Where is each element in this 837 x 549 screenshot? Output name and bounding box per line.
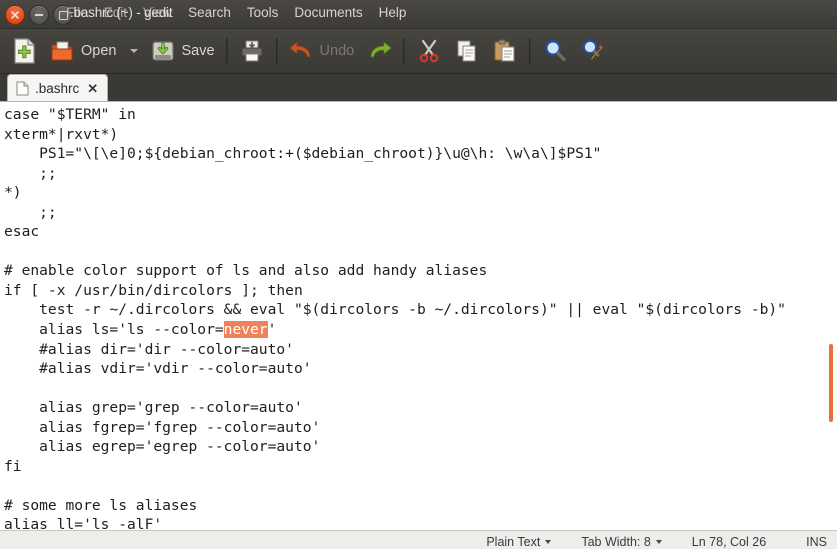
close-window-button[interactable] bbox=[5, 5, 25, 25]
undo-arrow-icon bbox=[289, 41, 310, 58]
close-icon bbox=[11, 11, 19, 19]
paste-button[interactable] bbox=[486, 33, 524, 69]
menu-item-search[interactable]: Search bbox=[188, 5, 231, 20]
insert-mode-label: INS bbox=[806, 534, 827, 549]
replace-button[interactable] bbox=[574, 33, 612, 69]
chevron-down-icon bbox=[545, 539, 552, 544]
printer-icon bbox=[241, 40, 263, 62]
cursor-position-label: Ln 78, Col 26 bbox=[691, 534, 767, 549]
tab-label: .bashrc bbox=[35, 80, 80, 96]
editor-area: case "$TERM" in xterm*|rxvt*) PS1="\[\e]… bbox=[0, 101, 837, 530]
menu-item-documents[interactable]: Documents bbox=[294, 5, 362, 20]
save-button[interactable]: Save bbox=[144, 33, 220, 69]
print-button[interactable] bbox=[233, 33, 271, 69]
gedit-window: .bashrc (~) - gedit File Edit View Searc… bbox=[0, 0, 837, 549]
text-file-icon bbox=[16, 81, 29, 95]
editor-text-before-highlight: case "$TERM" in xterm*|rxvt*) PS1="\[\e]… bbox=[4, 106, 786, 339]
open-dropdown-button[interactable] bbox=[122, 33, 144, 69]
toolbar-separator-3 bbox=[403, 38, 406, 64]
vertical-scrollbar-thumb[interactable] bbox=[829, 344, 833, 422]
copy-button[interactable] bbox=[448, 33, 486, 69]
tab-bashrc[interactable]: .bashrc ✕ bbox=[7, 74, 109, 101]
chevron-down-icon bbox=[130, 49, 139, 53]
language-label: Plain Text bbox=[486, 534, 541, 549]
save-button-label: Save bbox=[181, 43, 215, 59]
cut-button[interactable] bbox=[410, 33, 448, 69]
menu-item-tools[interactable]: Tools bbox=[247, 5, 279, 20]
open-button[interactable]: Open bbox=[44, 33, 122, 69]
magnifier-icon bbox=[545, 40, 566, 62]
minimize-window-button[interactable] bbox=[29, 5, 49, 25]
copy-pages-icon bbox=[457, 40, 476, 62]
menu-item-edit[interactable]: Edit bbox=[104, 5, 127, 20]
find-button[interactable] bbox=[536, 33, 574, 69]
editor-text-after-highlight: ' #alias dir='dir --color=auto' #alias v… bbox=[4, 321, 321, 530]
magnifier-pencil-icon bbox=[582, 39, 604, 60]
status-bar: Plain Text Tab Width: 8 Ln 78, Col 26 IN… bbox=[0, 530, 837, 549]
toolbar-separator-2 bbox=[275, 38, 278, 64]
vertical-scrollbar[interactable] bbox=[824, 102, 837, 530]
search-highlight: never bbox=[223, 321, 268, 339]
undo-button[interactable]: Undo bbox=[283, 33, 361, 69]
minimize-icon bbox=[35, 14, 43, 16]
toolbar-separator-1 bbox=[225, 38, 228, 64]
insert-mode-indicator: INS bbox=[806, 535, 827, 549]
menu-item-help[interactable]: Help bbox=[379, 5, 407, 20]
window-controls bbox=[5, 5, 73, 25]
redo-arrow-icon bbox=[370, 41, 392, 58]
language-selector[interactable]: Plain Text bbox=[486, 534, 552, 549]
save-disk-icon bbox=[152, 41, 175, 61]
clipboard-paste-icon bbox=[494, 39, 515, 62]
tab-close-button[interactable]: ✕ bbox=[87, 82, 98, 95]
cursor-position: Ln 78, Col 26 bbox=[692, 535, 766, 549]
toolbar: Open Save Undo bbox=[0, 29, 837, 74]
title-bar: .bashrc (~) - gedit File Edit View Searc… bbox=[0, 0, 837, 29]
chevron-down-icon bbox=[655, 539, 662, 544]
text-editor[interactable]: case "$TERM" in xterm*|rxvt*) PS1="\[\e]… bbox=[0, 102, 837, 530]
open-button-label: Open bbox=[81, 43, 117, 59]
toolbar-separator-4 bbox=[529, 38, 532, 64]
scissors-icon bbox=[420, 39, 439, 63]
tab-bar: .bashrc ✕ bbox=[0, 74, 837, 101]
new-document-button[interactable] bbox=[6, 33, 44, 69]
menu-item-view[interactable]: View bbox=[143, 5, 172, 20]
menu-bar: File Edit View Search Tools Documents He… bbox=[66, 5, 406, 20]
tab-width-label: Tab Width: 8 bbox=[581, 534, 651, 549]
undo-button-label: Undo bbox=[319, 43, 355, 59]
menu-item-file[interactable]: File bbox=[66, 5, 88, 20]
tab-width-selector[interactable]: Tab Width: 8 bbox=[581, 534, 662, 549]
new-document-icon bbox=[14, 38, 35, 64]
redo-button[interactable] bbox=[360, 33, 398, 69]
open-folder-icon bbox=[51, 41, 73, 61]
